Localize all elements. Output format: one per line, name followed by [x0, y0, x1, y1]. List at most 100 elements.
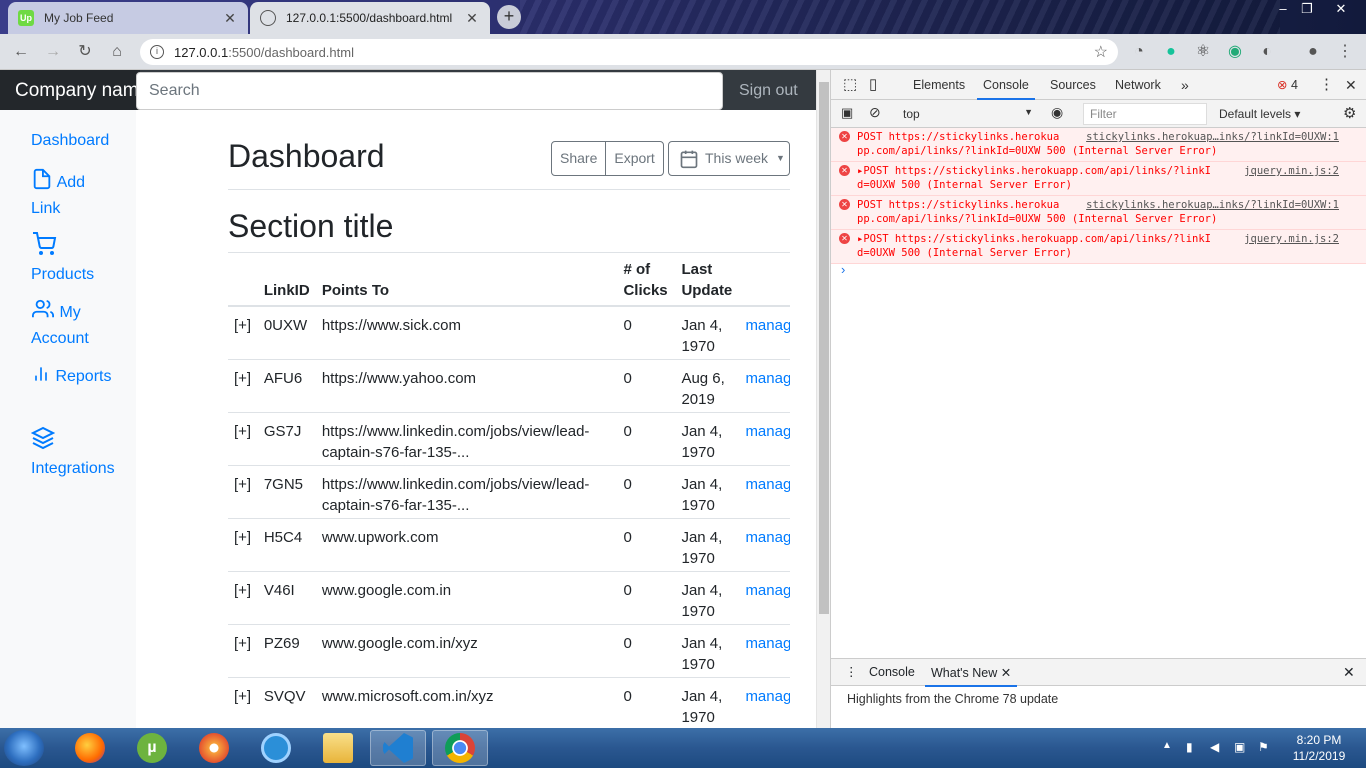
close-icon[interactable]: ✕ — [1001, 666, 1011, 680]
extension-gauge-icon[interactable]: ◔ — [1128, 41, 1150, 63]
share-button[interactable]: Share — [552, 142, 605, 175]
error-message[interactable]: ▸POST https://stickylinks.herokuapp.com/… — [857, 232, 1211, 246]
start-button[interactable] — [4, 730, 44, 766]
error-count-badge[interactable]: ⊗ 4 — [1277, 70, 1298, 100]
extension-globe-icon[interactable]: ◉ — [1224, 41, 1246, 63]
expand-toggle[interactable]: [+] — [228, 305, 258, 360]
taskbar-file-explorer[interactable] — [310, 730, 366, 766]
expand-toggle[interactable]: [+] — [228, 518, 258, 572]
battery-icon[interactable]: ▮ — [1186, 740, 1193, 754]
taskbar-vscode[interactable] — [370, 730, 426, 766]
eye-icon[interactable]: ◉ — [1051, 104, 1063, 121]
expand-toggle[interactable]: [+] — [228, 465, 258, 519]
log-levels-dropdown[interactable]: Default levels ▾ — [1219, 107, 1300, 121]
error-message[interactable]: POST https://stickylinks.herokua — [857, 198, 1059, 212]
tab-sources[interactable]: Sources — [1050, 70, 1096, 100]
console-error[interactable]: ✕ POST https://stickylinks.herokua pp.com/… — [831, 128, 1366, 162]
system-clock[interactable]: 8:20 PM 11/2/2019 — [1284, 732, 1354, 764]
expand-toggle[interactable]: [+] — [228, 571, 258, 625]
tab-console[interactable]: Console — [977, 70, 1035, 100]
forward-icon[interactable]: → — [42, 41, 64, 63]
sidebar-item-dashboard[interactable]: Dashboard — [31, 128, 109, 154]
error-source-link[interactable]: stickylinks.herokuap…inks/?linkId=0UXW:1 — [1086, 130, 1339, 144]
search-input[interactable]: Search — [136, 72, 723, 110]
sidebar-item-integrations[interactable]: Integrations — [30, 426, 131, 482]
console-prompt[interactable]: › — [841, 262, 845, 277]
manage-link[interactable]: manage — [739, 359, 790, 413]
expand-toggle[interactable]: [+] — [228, 359, 258, 413]
expand-toggle[interactable]: [+] — [228, 624, 258, 678]
taskbar-chrome[interactable] — [432, 730, 488, 766]
close-devtools-icon[interactable]: ✕ — [1345, 70, 1357, 100]
taskbar-network[interactable] — [248, 730, 304, 766]
sidebar-item-my-account[interactable]: My Account — [31, 298, 111, 352]
grammarly-icon[interactable]: ● — [1160, 41, 1182, 63]
new-tab-button[interactable]: + — [497, 5, 521, 29]
taskbar-firefox[interactable] — [62, 730, 118, 766]
manage-link[interactable]: manage — [739, 624, 790, 678]
error-source-link[interactable]: jquery.min.js:2 — [1244, 164, 1339, 178]
sidebar-item-reports[interactable]: Reports — [31, 364, 131, 390]
this-week-dropdown[interactable]: This week ▼ — [668, 141, 790, 176]
console-error[interactable]: ✕ ▸POST https://stickylinks.herokuapp.com… — [831, 162, 1366, 196]
action-center-icon[interactable]: ⚑ — [1258, 740, 1269, 754]
taskbar-utorrent[interactable]: µ — [124, 730, 180, 766]
settings-gear-icon[interactable]: ⚙ — [1343, 104, 1356, 122]
expand-toggle[interactable]: [+] — [228, 677, 258, 728]
tab-my-job-feed[interactable]: Up My Job Feed ✕ — [8, 2, 248, 34]
info-icon[interactable]: i — [150, 45, 164, 59]
profile-icon[interactable]: ● — [1302, 41, 1324, 63]
manage-link[interactable]: manage — [739, 518, 790, 572]
bookmark-star-icon[interactable]: ☆ — [1094, 42, 1108, 62]
error-message[interactable]: ▸POST https://stickylinks.herokuapp.com/… — [857, 164, 1211, 178]
export-button[interactable]: Export — [605, 142, 662, 175]
brand[interactable]: Company name — [0, 70, 140, 110]
tab-elements[interactable]: Elements — [913, 70, 965, 100]
taskbar-paint[interactable] — [186, 730, 242, 766]
sidebar-item-products[interactable]: Products — [31, 232, 111, 288]
drawer-menu-icon[interactable]: ⋮ — [845, 664, 858, 679]
scrollbar-thumb[interactable] — [819, 82, 829, 614]
network-tray-icon[interactable]: ▣ — [1234, 740, 1245, 754]
manage-link[interactable]: manage — [739, 412, 790, 466]
error-source-link[interactable]: stickylinks.herokuap…inks/?linkId=0UXW:1 — [1086, 198, 1339, 212]
console-error[interactable]: ✕ ▸POST https://stickylinks.herokuapp.com… — [831, 230, 1366, 264]
inspect-icon[interactable]: ⬚ — [843, 70, 857, 100]
close-drawer-icon[interactable]: ✕ — [1343, 664, 1355, 681]
manage-link[interactable]: manage — [739, 571, 790, 625]
extension-icon[interactable]: ◐ — [1256, 41, 1278, 63]
error-source-link[interactable]: jquery.min.js:2 — [1244, 232, 1339, 246]
console-error[interactable]: ✕ POST https://stickylinks.herokua pp.com/… — [831, 196, 1366, 230]
context-select[interactable]: top ▼ — [903, 107, 1033, 121]
devtools-menu-icon[interactable]: ⋮ — [1319, 70, 1334, 100]
volume-icon[interactable]: ◀ — [1210, 740, 1219, 754]
device-toggle-icon[interactable]: ▯ — [869, 70, 877, 100]
tab-network[interactable]: Network — [1115, 70, 1161, 100]
tab-dashboard[interactable]: 127.0.0.1:5500/dashboard.html ✕ — [250, 2, 490, 34]
filter-input[interactable]: Filter — [1083, 103, 1207, 125]
drawer-tab-whats-new[interactable]: What's New ✕ — [925, 659, 1018, 687]
address-bar[interactable]: i 127.0.0.1:5500/dashboard.html ☆ — [140, 39, 1118, 65]
maximize-button[interactable]: ❐ — [1292, 0, 1322, 20]
reload-icon[interactable]: ↻ — [74, 41, 96, 63]
menu-icon[interactable]: ⋮ — [1334, 41, 1356, 63]
sidebar-toggle-icon[interactable]: ▣ — [841, 105, 853, 121]
close-icon[interactable]: ✕ — [222, 10, 238, 27]
close-window-button[interactable]: ✕ — [1326, 0, 1356, 20]
manage-link[interactable]: manage — [739, 465, 790, 519]
close-icon[interactable]: ✕ — [464, 10, 480, 27]
expand-toggle[interactable]: [+] — [228, 412, 258, 466]
manage-link[interactable]: manage — [739, 305, 790, 360]
signout-link[interactable]: Sign out — [739, 70, 798, 110]
page-scrollbar[interactable] — [816, 70, 830, 728]
clear-console-icon[interactable]: ⊘ — [869, 104, 881, 121]
show-hidden-icons[interactable]: ▲ — [1162, 740, 1172, 751]
react-devtools-icon[interactable]: ⚛ — [1192, 41, 1214, 63]
back-icon[interactable]: ← — [10, 41, 32, 63]
sidebar-item-add-link[interactable]: Add Link — [31, 168, 111, 222]
error-message[interactable]: POST https://stickylinks.herokua — [857, 130, 1059, 144]
home-icon[interactable]: ⌂ — [106, 41, 128, 63]
manage-link[interactable]: manage — [739, 677, 790, 728]
more-tabs-icon[interactable]: » — [1181, 70, 1189, 100]
drawer-tab-console[interactable]: Console — [869, 665, 915, 679]
